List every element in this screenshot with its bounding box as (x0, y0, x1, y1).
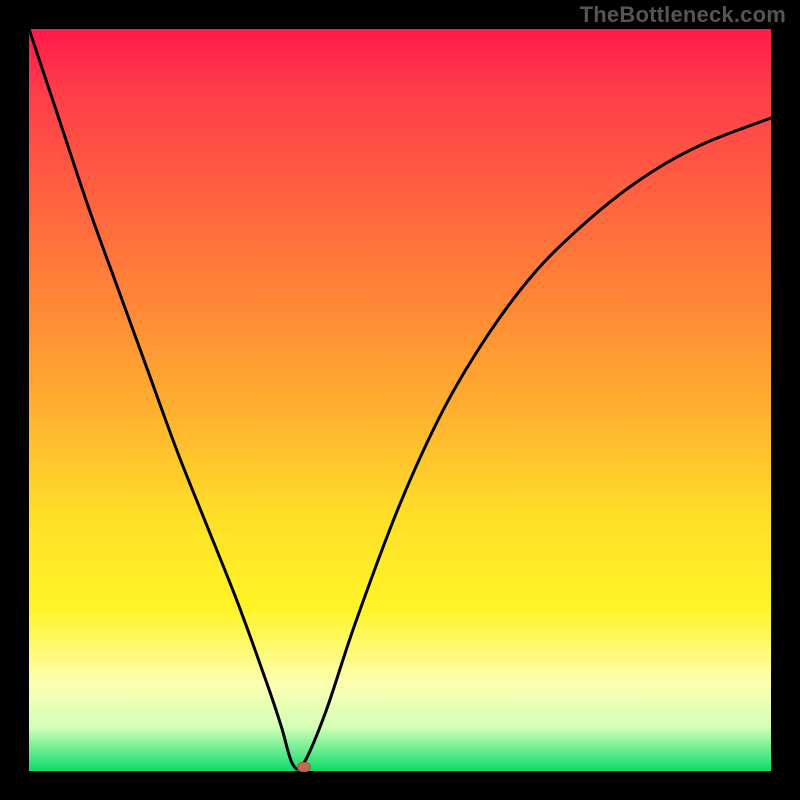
bottleneck-curve (29, 29, 771, 771)
optimum-marker (297, 762, 311, 772)
plot-area (29, 29, 771, 771)
watermark-text: TheBottleneck.com (580, 2, 786, 28)
chart-frame: TheBottleneck.com (0, 0, 800, 800)
